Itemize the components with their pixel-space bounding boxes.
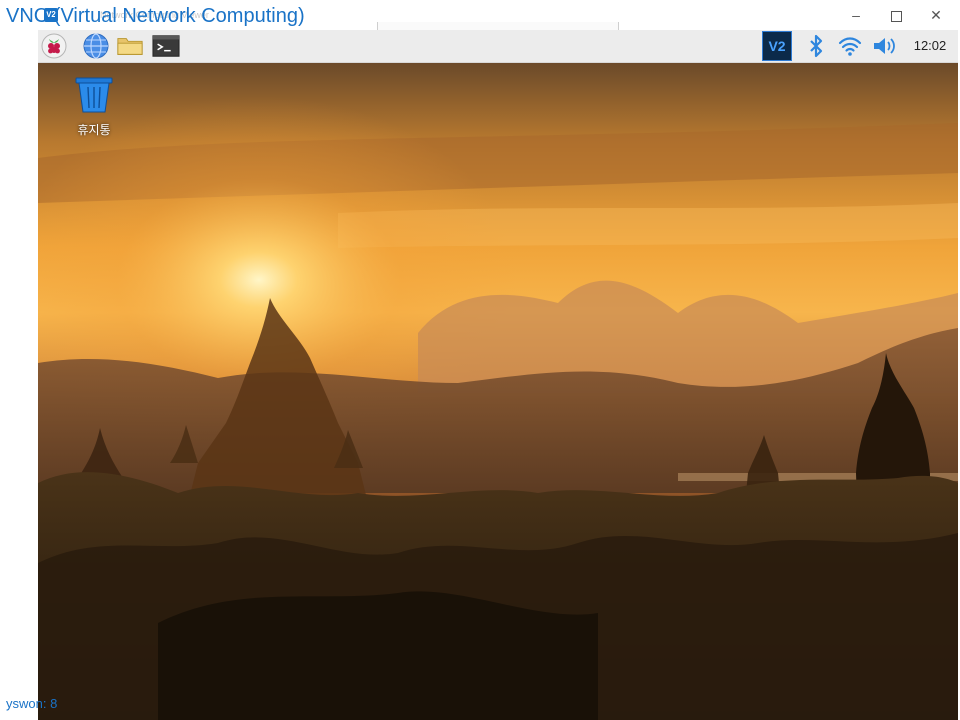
window-title: VNC (Virtual Network Computing) — [6, 5, 305, 27]
vnc-viewer-window: Network Computing Viewer V2 VNC (Virtual… — [0, 0, 960, 720]
bluetooth-icon[interactable] — [808, 34, 824, 58]
desktop-wallpaper — [38, 63, 958, 720]
web-browser-icon[interactable] — [82, 33, 110, 59]
title-bar: Network Computing Viewer V2 VNC (Virtual… — [0, 0, 960, 31]
status-text: yswon: 8 — [6, 696, 58, 711]
wifi-icon[interactable] — [838, 35, 862, 57]
maximize-button[interactable] — [876, 0, 916, 30]
desktop-icon-trash[interactable]: 휴지통 — [64, 74, 124, 138]
panel-clock[interactable]: 12:02 — [908, 30, 952, 62]
trash-icon — [75, 77, 113, 113]
close-button[interactable]: ✕ — [916, 0, 956, 30]
vnc-tray-icon[interactable]: V2 — [762, 31, 792, 61]
volume-icon[interactable] — [872, 36, 898, 56]
maximize-icon — [890, 10, 902, 22]
taskbar-panel: V2 12:02 — [38, 30, 958, 63]
raspberry-menu-icon[interactable] — [40, 33, 68, 59]
terminal-icon[interactable] — [152, 33, 180, 59]
file-manager-icon[interactable] — [116, 33, 144, 59]
minimize-button[interactable]: – — [836, 0, 876, 30]
remote-desktop[interactable]: V2 12:02 휴지통 — [38, 30, 958, 720]
desktop-icon-label: 휴지통 — [77, 123, 111, 137]
